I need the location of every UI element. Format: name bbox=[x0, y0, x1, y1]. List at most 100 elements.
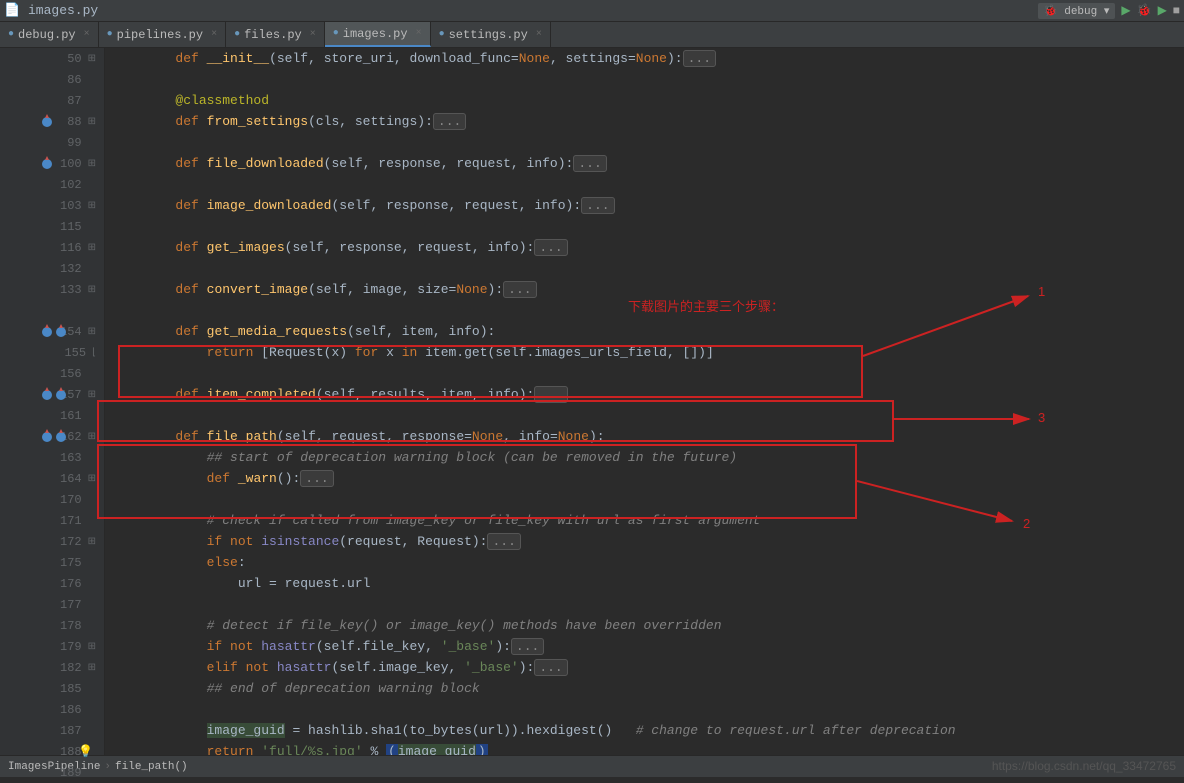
close-icon[interactable]: × bbox=[84, 29, 90, 40]
folded-content[interactable]: ... bbox=[503, 281, 536, 298]
code-line[interactable]: if not hasattr(self.file_key, '_base'):.… bbox=[105, 636, 1184, 657]
code-line[interactable] bbox=[105, 132, 1184, 153]
code-line[interactable]: def file_downloaded(self, response, requ… bbox=[105, 153, 1184, 174]
code-line[interactable] bbox=[105, 216, 1184, 237]
override-icon[interactable] bbox=[42, 159, 52, 169]
fold-icon[interactable]: ⊞ bbox=[88, 200, 96, 212]
gutter-line[interactable]: 171⊟ bbox=[0, 510, 104, 531]
code-line[interactable]: else: bbox=[105, 552, 1184, 573]
gutter-line[interactable]: 87⊟ bbox=[0, 90, 104, 111]
code-line[interactable]: def _warn():... bbox=[105, 468, 1184, 489]
fold-icon[interactable]: ⊞ bbox=[88, 473, 96, 485]
override-icon[interactable] bbox=[56, 432, 66, 442]
gutter-line[interactable]: 172⊞ bbox=[0, 531, 104, 552]
fold-icon[interactable]: ⊞ bbox=[88, 326, 96, 338]
code-line[interactable]: def get_media_requests(self, item, info)… bbox=[105, 321, 1184, 342]
folded-content[interactable]: ... bbox=[683, 50, 716, 67]
tab-images-py[interactable]: ●images.py× bbox=[325, 22, 431, 47]
gutter-line[interactable]: 170⊟ bbox=[0, 489, 104, 510]
code-line[interactable]: if not isinstance(request, Request):... bbox=[105, 531, 1184, 552]
code-line[interactable]: def from_settings(cls, settings):... bbox=[105, 111, 1184, 132]
code-line[interactable]: def image_downloaded(self, response, req… bbox=[105, 195, 1184, 216]
code-line[interactable] bbox=[105, 363, 1184, 384]
tab-files-py[interactable]: ●files.py× bbox=[226, 22, 325, 47]
code-line[interactable] bbox=[105, 300, 1184, 321]
folded-content[interactable]: ... bbox=[300, 470, 333, 487]
code-line[interactable]: def __init__(self, store_uri, download_f… bbox=[105, 48, 1184, 69]
code-line[interactable]: ## start of deprecation warning block (c… bbox=[105, 447, 1184, 468]
folded-content[interactable]: ... bbox=[534, 659, 567, 676]
gutter-line[interactable]: 162⊞ bbox=[0, 426, 104, 447]
tab-debug-py[interactable]: ●debug.py× bbox=[0, 22, 99, 47]
gutter-line[interactable]: 88⊞ bbox=[0, 111, 104, 132]
gutter-line[interactable]: 161⊟ bbox=[0, 405, 104, 426]
gutter-line[interactable]: 175⊟ bbox=[0, 552, 104, 573]
tab-pipelines-py[interactable]: ●pipelines.py× bbox=[99, 22, 226, 47]
code-area[interactable]: def __init__(self, store_uri, download_f… bbox=[105, 48, 1184, 755]
code-line[interactable]: def file_path(self, request, response=No… bbox=[105, 426, 1184, 447]
fold-icon[interactable]: ⊞ bbox=[88, 53, 96, 65]
folded-content[interactable]: ... bbox=[487, 533, 520, 550]
gutter-line[interactable]: 133⊞ bbox=[0, 279, 104, 300]
override-icon[interactable] bbox=[56, 390, 66, 400]
gutter-line[interactable]: 189⊟ bbox=[0, 762, 104, 783]
code-line[interactable]: def convert_image(self, image, size=None… bbox=[105, 279, 1184, 300]
gutter-line[interactable]: 116⊞ bbox=[0, 237, 104, 258]
fold-icon[interactable]: ⊞ bbox=[88, 116, 96, 128]
fold-icon[interactable]: ⊞ bbox=[88, 662, 96, 674]
fold-icon[interactable]: ⊞ bbox=[88, 536, 96, 548]
gutter-line[interactable]: 176⊟ bbox=[0, 573, 104, 594]
run-config-selector[interactable]: 🐞 debug ▾ bbox=[1038, 3, 1115, 19]
code-line[interactable]: url = request.url bbox=[105, 573, 1184, 594]
override-icon[interactable] bbox=[56, 327, 66, 337]
tab-settings-py[interactable]: ●settings.py× bbox=[431, 22, 551, 47]
gutter-line[interactable]: 154⊞ bbox=[0, 321, 104, 342]
override-icon[interactable] bbox=[42, 117, 52, 127]
gutter-line[interactable]: ⊟ bbox=[0, 300, 104, 321]
close-icon[interactable]: × bbox=[536, 29, 542, 40]
fold-icon[interactable]: ⊞ bbox=[88, 431, 96, 443]
code-line[interactable] bbox=[105, 489, 1184, 510]
fold-icon[interactable]: ⊞ bbox=[88, 389, 96, 401]
gutter-line[interactable]: 164⊞ bbox=[0, 468, 104, 489]
override-icon[interactable] bbox=[42, 432, 52, 442]
gutter-line[interactable]: 132⊟ bbox=[0, 258, 104, 279]
fold-icon[interactable]: ⊞ bbox=[88, 158, 96, 170]
fold-end-icon[interactable]: ⌊ bbox=[92, 347, 96, 359]
close-icon[interactable]: × bbox=[211, 29, 217, 40]
code-line[interactable]: # check if called from image_key or file… bbox=[105, 510, 1184, 531]
close-icon[interactable]: × bbox=[310, 29, 316, 40]
code-line[interactable]: # detect if file_key() or image_key() me… bbox=[105, 615, 1184, 636]
code-line[interactable]: ## end of deprecation warning block bbox=[105, 678, 1184, 699]
gutter-line[interactable]: 50⊞ bbox=[0, 48, 104, 69]
folded-content[interactable]: ... bbox=[534, 386, 567, 403]
close-icon[interactable]: × bbox=[416, 28, 422, 39]
gutter-line[interactable]: 100⊞ bbox=[0, 153, 104, 174]
run-icon[interactable]: ▶ bbox=[1121, 3, 1130, 18]
gutter-line[interactable]: 163⊟ bbox=[0, 447, 104, 468]
code-line[interactable] bbox=[105, 699, 1184, 720]
gutter-line[interactable]: 177⊟ bbox=[0, 594, 104, 615]
gutter-line[interactable]: 155⌊ bbox=[0, 342, 104, 363]
fold-icon[interactable]: ⊞ bbox=[88, 284, 96, 296]
gutter-line[interactable]: 156⊟ bbox=[0, 363, 104, 384]
gutter-line[interactable]: 187⊟ bbox=[0, 720, 104, 741]
code-line[interactable]: elif not hasattr(self.image_key, '_base'… bbox=[105, 657, 1184, 678]
code-line[interactable] bbox=[105, 174, 1184, 195]
code-line[interactable]: return 'full/%s.jpg' % (image_guid) bbox=[105, 741, 1184, 755]
gutter-line[interactable]: 178⊟ bbox=[0, 615, 104, 636]
folded-content[interactable]: ... bbox=[534, 239, 567, 256]
gutter-line[interactable]: 103⊞ bbox=[0, 195, 104, 216]
debug-icon[interactable]: 🐞 bbox=[1137, 3, 1152, 18]
gutter-line[interactable]: 182⊞ bbox=[0, 657, 104, 678]
code-line[interactable]: image_guid = hashlib.sha1(to_bytes(url))… bbox=[105, 720, 1184, 741]
play-icon[interactable]: ▶ bbox=[1158, 3, 1167, 18]
code-line[interactable] bbox=[105, 405, 1184, 426]
folded-content[interactable]: ... bbox=[573, 155, 606, 172]
gutter-line[interactable]: 115⊟ bbox=[0, 216, 104, 237]
stop-icon[interactable]: ■ bbox=[1173, 4, 1180, 18]
code-line[interactable] bbox=[105, 69, 1184, 90]
code-line[interactable]: @classmethod bbox=[105, 90, 1184, 111]
breadcrumb-method[interactable]: file_path() bbox=[115, 761, 188, 773]
code-line[interactable]: return [Request(x) for x in item.get(sel… bbox=[105, 342, 1184, 363]
